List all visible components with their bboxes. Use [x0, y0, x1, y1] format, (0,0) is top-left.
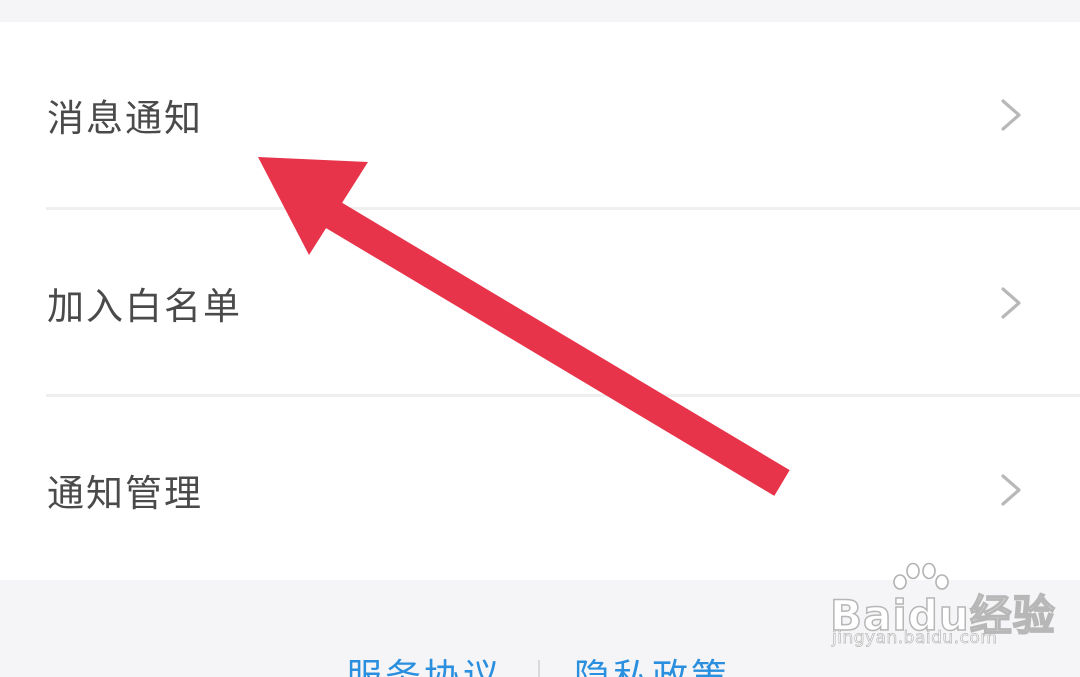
chevron-right-icon	[1001, 99, 1021, 131]
settings-item-label: 加入白名单	[47, 285, 242, 328]
settings-list: 消息通知 加入白名单 通知管理	[0, 22, 1080, 580]
chevron-right-icon	[1001, 287, 1021, 319]
settings-item-notification-management[interactable]: 通知管理	[0, 397, 1080, 583]
settings-item-add-whitelist[interactable]: 加入白名单	[0, 210, 1080, 396]
chevron-right-icon	[1001, 474, 1021, 506]
settings-item-message-notification[interactable]: 消息通知	[0, 22, 1080, 208]
privacy-policy-link[interactable]: 隐私政策	[574, 648, 730, 677]
footer: 服务协议 隐私政策	[0, 580, 1080, 677]
settings-item-label: 通知管理	[47, 472, 203, 515]
top-spacer	[0, 0, 1080, 22]
settings-item-label: 消息通知	[47, 97, 203, 140]
service-agreement-link[interactable]: 服务协议	[346, 648, 502, 677]
footer-separator	[538, 660, 540, 677]
